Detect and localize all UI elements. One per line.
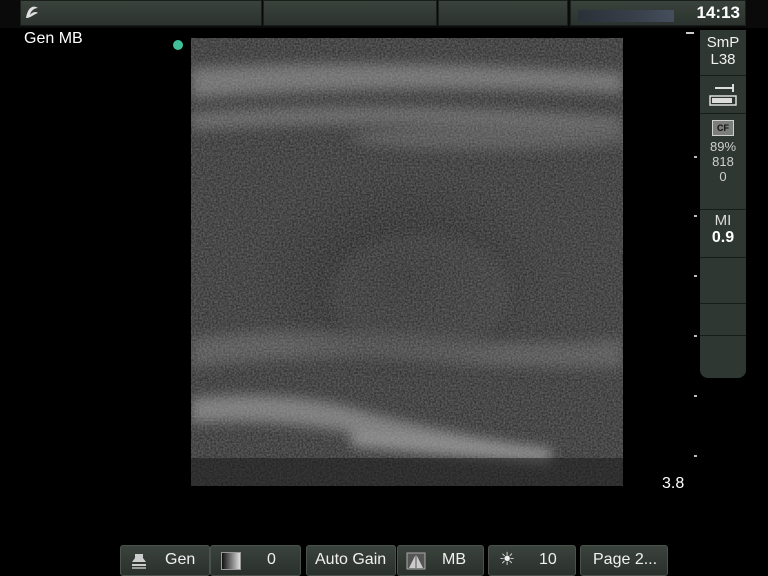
depth-tick <box>694 395 697 397</box>
gradient-icon <box>221 552 241 570</box>
exam-type-button[interactable]: Gen <box>120 545 210 576</box>
page-label: Page 2... <box>593 551 658 568</box>
brightness-button[interactable]: ☀ 10 <box>488 545 576 576</box>
imaging-mode-button[interactable]: MB <box>397 545 484 576</box>
depth-tick <box>694 455 697 457</box>
probe-model: L38 <box>710 51 736 68</box>
brightness-icon: ☀ <box>499 549 516 569</box>
top-segment-1 <box>20 0 262 26</box>
top-segment-3 <box>438 0 568 26</box>
depth-tick <box>694 156 697 158</box>
mi-cell: MI 0.9 <box>700 210 746 258</box>
flow-value-a: 818 <box>712 154 734 169</box>
imaging-mode-label: MB <box>442 551 466 568</box>
brightness-value: 10 <box>539 551 557 568</box>
mode-label: Gen MB <box>24 30 83 47</box>
ultrasound-image[interactable] <box>191 38 623 486</box>
depth-scale-top <box>686 32 694 34</box>
right-info-panel: SmP L38 CF 89% 818 0 MI 0.9 <box>700 30 746 378</box>
probe-name: SmP <box>706 34 740 51</box>
exam-type-label: Gen <box>165 551 196 568</box>
depth-value: 3.8 <box>662 475 685 492</box>
mi-value: 0.9 <box>711 229 735 246</box>
auto-gain-button[interactable]: Auto Gain <box>306 545 396 576</box>
orientation-marker <box>173 40 183 50</box>
battery-icon <box>709 84 737 106</box>
auto-gain-label: Auto Gain <box>315 551 387 568</box>
flow-value-b: 0 <box>719 169 727 184</box>
clock: 14:13 <box>696 3 740 22</box>
wave-logo-icon <box>26 6 38 18</box>
depth-tick <box>694 335 697 337</box>
top-status-bar: 14:13 <box>0 0 768 28</box>
status-strip <box>578 10 674 22</box>
probe-cell[interactable]: SmP L38 <box>700 30 746 76</box>
sector-icon <box>406 552 426 570</box>
probe-icon <box>132 554 146 569</box>
color-flow-icon: CF <box>712 120 734 136</box>
gain-value: 0 <box>267 551 276 568</box>
empty-cell <box>700 336 746 378</box>
power-percent: 89% <box>709 139 737 154</box>
depth-tick <box>694 215 697 217</box>
depth-tick <box>694 275 697 277</box>
color-flow-cell[interactable]: CF 89% 818 0 <box>700 114 746 210</box>
mi-label: MI <box>714 212 732 229</box>
page-button[interactable]: Page 2... <box>580 545 668 576</box>
empty-cell <box>700 258 746 304</box>
gain-button[interactable]: 0 <box>210 545 301 576</box>
battery-cell <box>700 76 746 114</box>
top-segment-2 <box>263 0 437 26</box>
empty-cell <box>700 304 746 336</box>
